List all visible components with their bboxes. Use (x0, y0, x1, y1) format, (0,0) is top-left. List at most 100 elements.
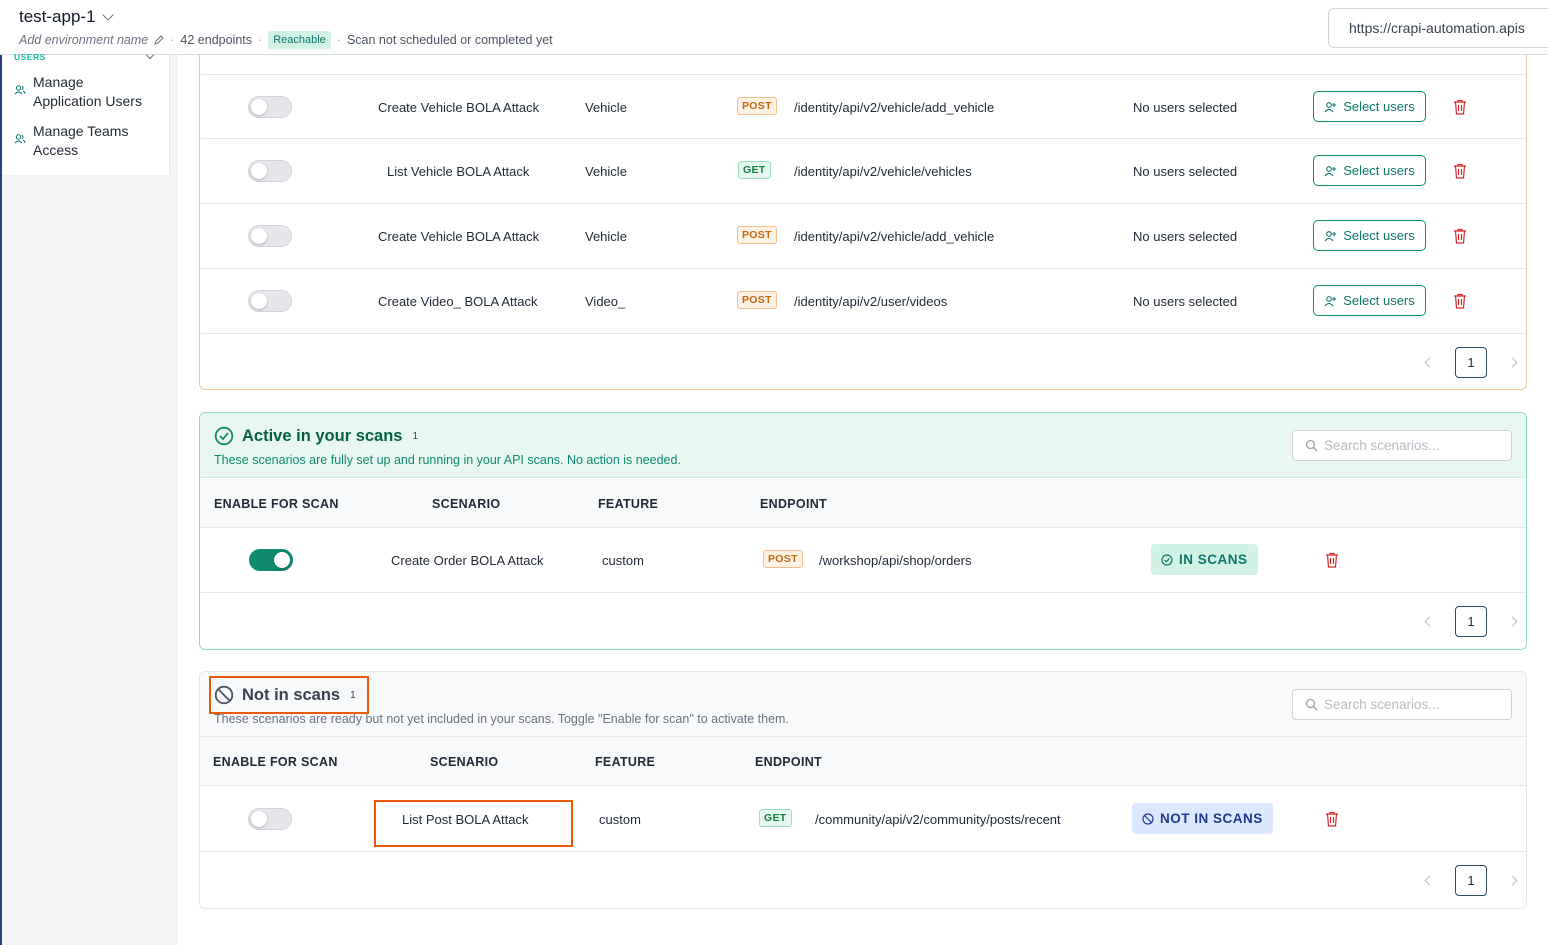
trash-icon[interactable] (1325, 552, 1339, 568)
sidebar (0, 55, 178, 945)
page-button[interactable]: 1 (1455, 347, 1487, 378)
select-users-button[interactable]: Select users (1313, 155, 1426, 186)
column-header: FEATURE (598, 497, 659, 511)
active-scans-header: Active in your scans 1 These scenarios a… (200, 413, 1526, 478)
table-row: Create Vehicle BOLA Attack Vehicle POST … (201, 204, 1526, 269)
pagination: 1 (1424, 606, 1518, 637)
section-description: These scenarios are fully set up and run… (214, 453, 681, 467)
page-button[interactable]: 1 (1455, 606, 1487, 637)
trash-icon[interactable] (1325, 811, 1339, 827)
enable-toggle[interactable] (249, 549, 293, 571)
feature-name: custom (602, 553, 644, 568)
trash-icon[interactable] (1453, 293, 1467, 309)
table-row: List Vehicle BOLA Attack Vehicle GET /id… (201, 139, 1526, 204)
enable-toggle[interactable] (248, 808, 292, 830)
chevron-right-icon[interactable] (1507, 875, 1518, 886)
column-header: ENDPOINT (760, 497, 827, 511)
app-selector[interactable]: test-app-1 (19, 7, 114, 27)
column-header: SCENARIO (430, 755, 499, 769)
feature-name: custom (599, 812, 641, 827)
endpoint-count: 42 endpoints (180, 33, 253, 47)
user-plus-icon (1324, 101, 1337, 112)
pencil-icon[interactable] (154, 35, 164, 45)
column-header: FEATURE (595, 755, 656, 769)
search-input[interactable]: Search scenarios... (1292, 430, 1512, 461)
endpoint-path: /workshop/api/shop/orders (819, 553, 972, 568)
feature-name: Video_ (585, 294, 626, 309)
users-status: No users selected (1133, 229, 1238, 244)
select-users-button[interactable]: Select users (1313, 91, 1426, 122)
not-in-scans-header: Not in scans 1 These scenarios are ready… (200, 672, 1526, 737)
chevron-left-icon[interactable] (1424, 616, 1435, 627)
select-users-button[interactable]: Select users (1313, 220, 1426, 251)
count-badge: 1 (350, 689, 356, 701)
team-icon (14, 134, 26, 144)
users-status: No users selected (1133, 100, 1238, 115)
users-status: No users selected (1133, 294, 1238, 309)
column-header: ENABLE FOR SCAN (214, 497, 339, 511)
check-circle-icon (214, 426, 234, 446)
column-header: ENABLE FOR SCAN (213, 755, 338, 769)
sidebar-item-manage-teams-access[interactable]: Manage Teams Access (14, 122, 133, 160)
table-row: Create Vehicle BOLA Attack Vehicle POST … (201, 74, 1526, 139)
trash-icon[interactable] (1453, 99, 1467, 115)
select-users-button[interactable]: Select users (1313, 285, 1426, 316)
trash-icon[interactable] (1453, 228, 1467, 244)
method-badge: POST (737, 226, 777, 244)
section-title: Not in scans 1 (214, 685, 356, 705)
scenario-name: Create Vehicle BOLA Attack (378, 229, 540, 244)
feature-name: Vehicle (585, 100, 627, 115)
env-name-field[interactable]: Add environment name (19, 33, 148, 47)
users-status: No users selected (1133, 164, 1238, 179)
ban-icon (214, 685, 234, 705)
sidebar-item-label: Manage Application Users (33, 74, 142, 109)
ban-icon (1142, 812, 1154, 825)
reachable-badge: Reachable (268, 31, 331, 49)
sidebar-item-manage-application-users[interactable]: Manage Application Users (14, 73, 148, 111)
search-icon (1305, 439, 1318, 452)
table-row: Create Order BOLA Attack custom POST /wo… (201, 528, 1526, 593)
scenario-name: List Post BOLA Attack (402, 812, 529, 827)
method-badge: GET (738, 161, 771, 179)
section-description: These scenarios are ready but not yet in… (214, 712, 789, 726)
page-button[interactable]: 1 (1455, 865, 1487, 896)
chevron-left-icon[interactable] (1424, 875, 1435, 886)
url-field[interactable]: https://crapi-automation.apis (1328, 8, 1548, 48)
scan-status: Scan not scheduled or completed yet (346, 33, 553, 47)
pagination: 1 (1424, 865, 1518, 896)
search-input[interactable]: Search scenarios... (1292, 689, 1512, 720)
column-header: ENDPOINT (755, 755, 822, 769)
column-header: SCENARIO (432, 497, 501, 511)
sidebar-edge (0, 55, 2, 945)
user-plus-icon (1324, 295, 1337, 306)
pagination: 1 (1424, 347, 1518, 378)
user-plus-icon (1324, 165, 1337, 176)
method-badge: POST (737, 97, 777, 115)
endpoint-path: /identity/api/v2/vehicle/vehicles (794, 164, 972, 179)
enable-toggle[interactable] (248, 160, 292, 182)
count-badge: 1 (412, 430, 419, 442)
endpoint-path: /identity/api/v2/user/videos (794, 294, 948, 309)
section-title: Active in your scans 1 (214, 426, 418, 446)
scenario-name: List Vehicle BOLA Attack (387, 164, 530, 179)
table-row: Create Video_ BOLA Attack Video_ POST /i… (201, 269, 1526, 334)
trash-icon[interactable] (1453, 163, 1467, 179)
enable-toggle[interactable] (248, 96, 292, 118)
feature-name: Vehicle (585, 164, 627, 179)
chevron-right-icon[interactable] (1507, 357, 1518, 368)
user-plus-icon (1324, 230, 1337, 241)
chevron-right-icon[interactable] (1507, 616, 1518, 627)
status-badge: IN SCANS (1151, 544, 1258, 575)
app-name: test-app-1 (19, 7, 96, 26)
scenario-name: Create Video_ BOLA Attack (378, 294, 538, 309)
chevron-left-icon[interactable] (1424, 357, 1435, 368)
enable-toggle[interactable] (248, 290, 292, 312)
check-circle-icon (1161, 553, 1173, 566)
enable-toggle[interactable] (248, 225, 292, 247)
sidebar-item-label: Manage Teams Access (33, 123, 129, 158)
top-header: test-app-1 Add environment name · 42 end… (0, 0, 1548, 55)
scenario-name: Create Vehicle BOLA Attack (378, 100, 540, 115)
endpoint-path: /community/api/v2/community/posts/recent (815, 812, 1061, 827)
table-header: ENABLE FOR SCAN SCENARIO FEATURE ENDPOIN… (200, 479, 1526, 528)
endpoint-path: /identity/api/v2/vehicle/add_vehicle (794, 100, 995, 115)
